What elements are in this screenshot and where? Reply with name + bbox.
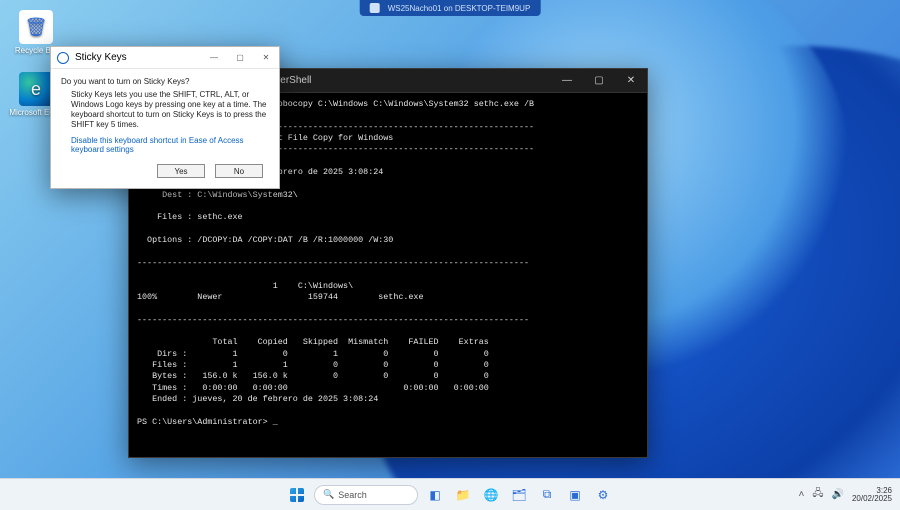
system-tray[interactable]: ˄ 🖧 🔊 3:26 20/02/2025 — [799, 486, 900, 503]
close-button[interactable] — [615, 69, 647, 93]
search-icon: 🔍 — [323, 489, 334, 500]
taskbar-search[interactable]: 🔍 Search — [314, 485, 418, 505]
minimize-button[interactable] — [201, 47, 227, 69]
maximize-button[interactable] — [227, 47, 253, 69]
volume-icon[interactable]: 🔊 — [832, 489, 844, 500]
start-button[interactable] — [286, 484, 308, 506]
taskbar[interactable]: 🔍 Search ◧ 📁 🌐 🗂 ⧉ ▣ ⚙ ˄ 🖧 🔊 3:26 20/02/… — [0, 478, 900, 510]
taskbar-app-file-manager[interactable]: 🗂 — [508, 484, 530, 506]
clock-date: 20/02/2025 — [852, 495, 892, 503]
sticky-keys-body: Do you want to turn on Sticky Keys? Stic… — [51, 69, 279, 188]
remote-title-text: WS25Nacho01 on DESKTOP-TEIM9UP — [388, 4, 531, 13]
task-view-button[interactable]: ◧ — [424, 484, 446, 506]
no-button[interactable]: No — [215, 164, 263, 178]
taskbar-app-edge[interactable]: 🌐 — [480, 484, 502, 506]
taskbar-app-explorer[interactable]: 📁 — [452, 484, 474, 506]
taskbar-clock[interactable]: 3:26 20/02/2025 — [852, 487, 892, 503]
tray-chevron-icon[interactable]: ˄ — [799, 489, 805, 500]
close-button[interactable] — [253, 47, 279, 69]
windows-logo-icon — [290, 488, 304, 502]
accessibility-icon — [57, 52, 69, 64]
taskbar-app-terminal[interactable]: ▣ — [564, 484, 586, 506]
maximize-button[interactable] — [583, 69, 615, 93]
edge-icon: e — [19, 72, 53, 106]
remote-connection-bar[interactable]: WS25Nacho01 on DESKTOP-TEIM9UP — [360, 0, 541, 16]
taskbar-app-settings[interactable]: ⚙ — [592, 484, 614, 506]
minimize-button[interactable] — [551, 69, 583, 93]
sticky-keys-description: Sticky Keys lets you use the SHIFT, CTRL… — [71, 90, 269, 130]
yes-button[interactable]: Yes — [157, 164, 205, 178]
network-icon[interactable]: 🖧 — [812, 486, 823, 503]
sticky-keys-question: Do you want to turn on Sticky Keys? — [61, 77, 269, 86]
recycle-bin-icon: 🗑 — [19, 10, 53, 44]
sticky-keys-titlebar[interactable]: Sticky Keys — [51, 47, 279, 69]
taskbar-app-powershell[interactable]: ⧉ — [536, 484, 558, 506]
pin-icon — [370, 3, 380, 13]
sticky-keys-title: Sticky Keys — [69, 52, 201, 63]
sticky-keys-dialog[interactable]: Sticky Keys Do you want to turn on Stick… — [50, 46, 280, 189]
search-placeholder: Search — [338, 490, 367, 500]
ease-of-access-link[interactable]: Disable this keyboard shortcut in Ease o… — [71, 136, 269, 154]
